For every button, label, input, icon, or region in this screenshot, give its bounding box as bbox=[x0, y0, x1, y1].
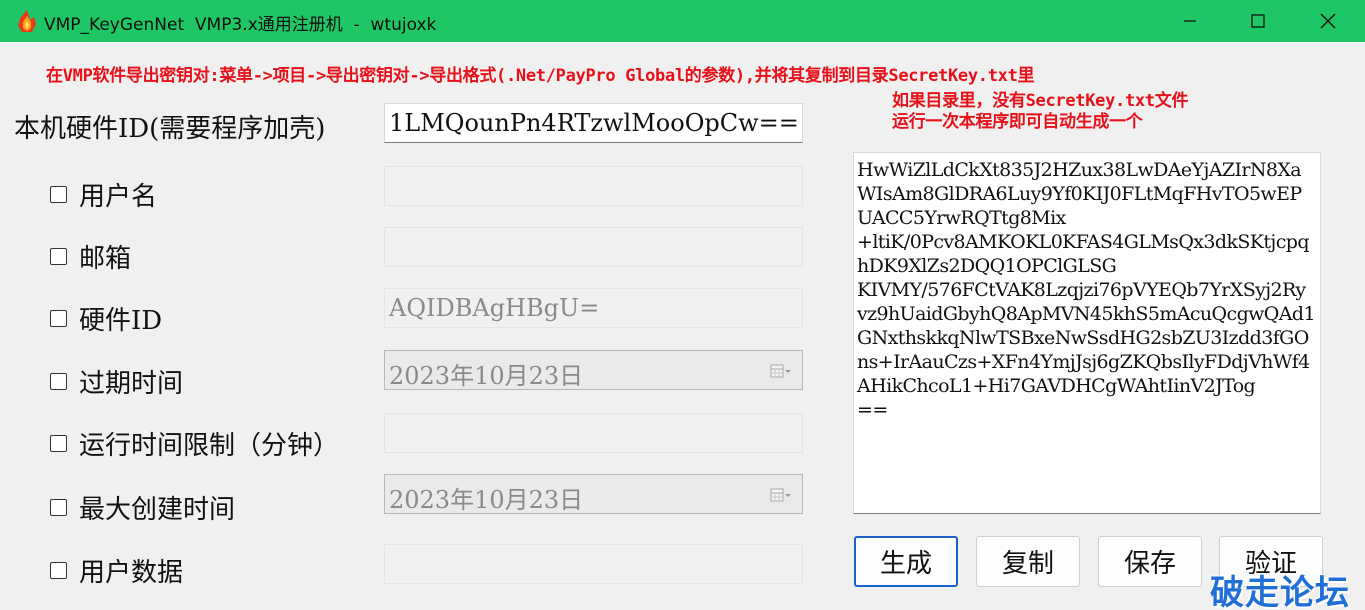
main-window: VMP_KeyGenNet VMP3.x通用注册机 - wtujoxk 在VMP… bbox=[0, 0, 1365, 610]
hwid-value: AQIDBAgHBgU= bbox=[389, 294, 600, 322]
window-title: VMP_KeyGenNet VMP3.x通用注册机 - wtujoxk bbox=[44, 15, 437, 35]
secretkey-hint-line-2: 运行一次本程序即可自动生成一个 bbox=[892, 112, 1143, 132]
runtime-option[interactable]: 运行时间限制（分钟） bbox=[50, 425, 339, 462]
forum-watermark: 破走论坛 bbox=[1210, 573, 1350, 610]
email-checkbox[interactable] bbox=[50, 248, 67, 265]
maxbuild-checkbox[interactable] bbox=[50, 499, 67, 516]
userdata-input[interactable] bbox=[384, 544, 803, 584]
maximize-button[interactable] bbox=[1228, 0, 1288, 42]
expiry-date-value: 2023年10月23日 bbox=[389, 362, 584, 390]
hwid-label: 硬件ID bbox=[79, 306, 163, 336]
machine-hwid-value: 1LMQounPn4RTzwlMooOpCw== bbox=[389, 109, 799, 137]
userdata-checkbox[interactable] bbox=[50, 562, 67, 579]
hwid-input[interactable]: AQIDBAgHBgU= bbox=[384, 288, 803, 328]
calendar-dropdown-icon[interactable] bbox=[770, 487, 792, 503]
calendar-dropdown-icon[interactable] bbox=[770, 363, 792, 379]
expiry-checkbox[interactable] bbox=[50, 373, 67, 390]
runtime-checkbox[interactable] bbox=[50, 435, 67, 452]
flame-logo-icon bbox=[18, 10, 36, 32]
maximize-icon bbox=[1251, 14, 1265, 28]
machine-hwid-label: 本机硬件ID(需要程序加壳) bbox=[14, 114, 326, 144]
generate-button[interactable]: 生成 bbox=[854, 536, 958, 587]
runtime-label: 运行时间限制（分钟） bbox=[79, 431, 340, 461]
maxbuild-label: 最大创建时间 bbox=[79, 495, 236, 525]
minimize-button[interactable] bbox=[1160, 0, 1220, 42]
secretkey-file-hint: 如果目录里，没有SecretKey.txt文件 运行一次本程序即可自动生成一个 bbox=[892, 91, 1188, 133]
export-instructions-hint: 在VMP软件导出密钥对:菜单->项目->导出密钥对->导出格式(.Net/Pay… bbox=[46, 66, 1035, 86]
license-key-text[interactable]: HwWiZlLdCkXt835J2HZux38LwDAeYjAZIrN8XaWI… bbox=[857, 158, 1316, 422]
username-label: 用户名 bbox=[79, 182, 158, 212]
save-button[interactable]: 保存 bbox=[1098, 536, 1202, 587]
hwid-checkbox[interactable] bbox=[50, 310, 67, 327]
userdata-option[interactable]: 用户数据 bbox=[50, 552, 183, 589]
username-option[interactable]: 用户名 bbox=[50, 176, 157, 213]
copy-button[interactable]: 复制 bbox=[976, 536, 1080, 587]
machine-hwid-field[interactable]: 1LMQounPn4RTzwlMooOpCw== bbox=[384, 103, 803, 143]
secretkey-hint-line-1: 如果目录里，没有SecretKey.txt文件 bbox=[892, 91, 1189, 111]
hwid-option[interactable]: 硬件ID bbox=[50, 300, 162, 337]
license-key-output[interactable]: HwWiZlLdCkXt835J2HZux38LwDAeYjAZIrN8XaWI… bbox=[853, 152, 1321, 514]
email-label: 邮箱 bbox=[79, 244, 132, 274]
maxbuild-option[interactable]: 最大创建时间 bbox=[50, 489, 235, 526]
expiry-option[interactable]: 过期时间 bbox=[50, 363, 183, 400]
username-checkbox[interactable] bbox=[50, 186, 67, 203]
maxbuild-date-picker[interactable]: 2023年10月23日 bbox=[384, 474, 803, 514]
email-input[interactable] bbox=[384, 227, 803, 267]
minimize-icon bbox=[1184, 20, 1196, 22]
runtime-input[interactable] bbox=[384, 413, 803, 453]
close-icon bbox=[1320, 13, 1336, 29]
expiry-date-picker[interactable]: 2023年10月23日 bbox=[384, 350, 803, 390]
close-button[interactable] bbox=[1298, 0, 1358, 42]
maxbuild-date-value: 2023年10月23日 bbox=[389, 486, 584, 514]
expiry-label: 过期时间 bbox=[79, 369, 184, 399]
userdata-label: 用户数据 bbox=[79, 558, 184, 588]
title-bar[interactable]: VMP_KeyGenNet VMP3.x通用注册机 - wtujoxk bbox=[0, 0, 1365, 42]
email-option[interactable]: 邮箱 bbox=[50, 238, 131, 275]
username-input[interactable] bbox=[384, 166, 803, 206]
